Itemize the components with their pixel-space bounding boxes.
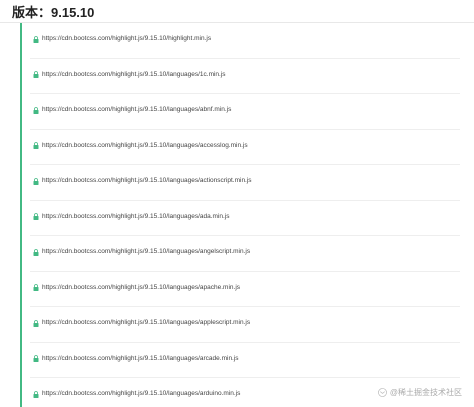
file-link[interactable]: https://cdn.bootcss.com/highlight.js/9.1… bbox=[33, 319, 250, 327]
file-url: https://cdn.bootcss.com/highlight.js/9.1… bbox=[42, 212, 230, 220]
file-link[interactable]: https://cdn.bootcss.com/highlight.js/9.1… bbox=[33, 390, 240, 398]
lock-icon bbox=[33, 71, 39, 78]
file-list: https://cdn.bootcss.com/highlight.js/9.1… bbox=[0, 23, 474, 407]
file-url: https://cdn.bootcss.com/highlight.js/9.1… bbox=[42, 70, 226, 78]
watermark: @稀土掘金技术社区 bbox=[377, 387, 462, 398]
file-link[interactable]: https://cdn.bootcss.com/highlight.js/9.1… bbox=[33, 355, 239, 363]
watermark-text: @稀土掘金技术社区 bbox=[389, 388, 462, 397]
file-link[interactable]: https://cdn.bootcss.com/highlight.js/9.1… bbox=[33, 284, 240, 292]
file-link[interactable]: https://cdn.bootcss.com/highlight.js/9.1… bbox=[33, 177, 252, 185]
lock-icon bbox=[33, 390, 39, 398]
list-item: https://cdn.bootcss.com/highlight.js/9.1… bbox=[30, 272, 460, 307]
lock-icon bbox=[33, 35, 39, 43]
file-link[interactable]: https://cdn.bootcss.com/highlight.js/9.1… bbox=[33, 248, 250, 256]
file-link[interactable]: https://cdn.bootcss.com/highlight.js/9.1… bbox=[33, 106, 231, 114]
list-item: https://cdn.bootcss.com/highlight.js/9.1… bbox=[30, 59, 460, 94]
file-url: https://cdn.bootcss.com/highlight.js/9.1… bbox=[42, 35, 212, 42]
list-item: https://cdn.bootcss.com/highlight.js/9.1… bbox=[30, 94, 460, 130]
file-url: https://cdn.bootcss.com/highlight.js/9.1… bbox=[42, 390, 241, 397]
lock-icon bbox=[33, 106, 39, 114]
file-url: https://cdn.bootcss.com/highlight.js/9.1… bbox=[42, 283, 241, 291]
juejin-logo-icon bbox=[377, 388, 387, 397]
file-url: https://cdn.bootcss.com/highlight.js/9.1… bbox=[42, 354, 239, 362]
lock-icon bbox=[33, 177, 39, 185]
file-url: https://cdn.bootcss.com/highlight.js/9.1… bbox=[42, 319, 251, 326]
list-item: https://cdn.bootcss.com/highlight.js/9.1… bbox=[30, 165, 460, 201]
version-title: 版本：9.15.10 bbox=[12, 5, 95, 20]
list-item: https://cdn.bootcss.com/highlight.js/9.1… bbox=[30, 23, 460, 59]
list-item: https://cdn.bootcss.com/highlight.js/9.1… bbox=[30, 130, 460, 165]
lock-icon bbox=[33, 142, 39, 149]
file-url: https://cdn.bootcss.com/highlight.js/9.1… bbox=[42, 248, 251, 255]
file-link[interactable]: https://cdn.bootcss.com/highlight.js/9.1… bbox=[33, 35, 211, 43]
file-url: https://cdn.bootcss.com/highlight.js/9.1… bbox=[42, 106, 232, 113]
file-link[interactable]: https://cdn.bootcss.com/highlight.js/9.1… bbox=[33, 71, 226, 79]
list-item: https://cdn.bootcss.com/highlight.js/9.1… bbox=[30, 201, 460, 236]
file-link[interactable]: https://cdn.bootcss.com/highlight.js/9.1… bbox=[33, 213, 230, 221]
lock-icon bbox=[33, 213, 39, 220]
list-item: https://cdn.bootcss.com/highlight.js/9.1… bbox=[30, 343, 460, 378]
lock-icon bbox=[33, 355, 39, 362]
list-item: https://cdn.bootcss.com/highlight.js/9.1… bbox=[30, 236, 460, 272]
lock-icon bbox=[33, 319, 39, 327]
lock-icon bbox=[33, 248, 39, 256]
file-url: https://cdn.bootcss.com/highlight.js/9.1… bbox=[42, 177, 252, 184]
list-item: https://cdn.bootcss.com/highlight.js/9.1… bbox=[30, 307, 460, 343]
file-url: https://cdn.bootcss.com/highlight.js/9.1… bbox=[42, 141, 248, 149]
lock-icon bbox=[33, 284, 39, 291]
file-link[interactable]: https://cdn.bootcss.com/highlight.js/9.1… bbox=[33, 142, 248, 150]
